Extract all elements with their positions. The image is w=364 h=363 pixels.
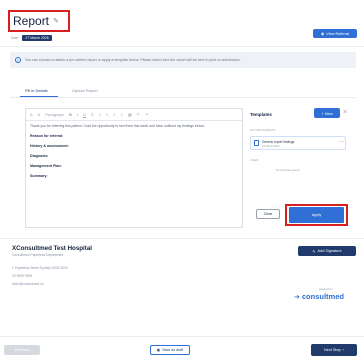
divider (0, 46, 364, 47)
editor-toolbar: A A Paragraph B I U S ≡ ≡ ≡ ≡ ▦ ↶ ↷ (26, 109, 242, 121)
powered-by-text: powered by (319, 288, 333, 291)
section-establishment: ESTABLISHMENT (250, 128, 276, 132)
undo-button[interactable]: ↶ (137, 112, 140, 117)
apply-button[interactable]: Apply (289, 207, 344, 223)
save-draft-button[interactable]: ▣ Save as draft (150, 345, 190, 355)
templates-panel: Templates + New × ESTABLISHMENT Generic … (250, 108, 354, 208)
clear-button[interactable]: Clear (256, 209, 280, 219)
meta-prefix: Date (11, 36, 19, 40)
brand-logo: ➔ consultmed (294, 292, 344, 301)
save-icon: ▣ (156, 348, 161, 352)
field-reason-for-referral: Reason for referral: (30, 134, 64, 139)
italic-button[interactable]: I (77, 112, 78, 117)
template-name: Generic report findings (262, 140, 295, 144)
pencil-icon[interactable]: ✎ (53, 17, 59, 25)
pen-icon: ✎ (312, 249, 316, 254)
brand-mark-icon: ➔ (294, 293, 300, 301)
page-title-text: Report (13, 14, 50, 28)
view-referral-button[interactable]: ◉ View Referral (313, 29, 357, 38)
editor-intro-text: Thank you for referring this patient. I … (30, 124, 205, 128)
eye-icon: ◉ (320, 32, 325, 36)
report-meta: Date 27 March 2026 (11, 35, 52, 41)
previous-button[interactable]: Previous (4, 345, 40, 355)
no-template-text: No template saved (276, 168, 300, 172)
tab-upload-report[interactable]: Upload Report (72, 88, 98, 93)
info-banner: i You can choose to attach a pre-written… (10, 52, 356, 68)
hospital-name: XConsultmed Test Hospital (12, 245, 92, 252)
field-diagnosis: Diagnosis: (30, 154, 49, 159)
bold-button[interactable]: B (69, 112, 72, 117)
more-options-icon[interactable]: ⋯ (339, 139, 344, 145)
divider (10, 97, 356, 98)
numbered-list-button[interactable]: ≡ (121, 112, 123, 117)
page-title: Report ✎ (8, 10, 70, 32)
document-icon (254, 140, 259, 146)
bullet-list-button[interactable]: ≡ (113, 112, 115, 117)
template-card[interactable]: Generic report findings 27 March 2026 ⋯ (250, 136, 346, 150)
field-summary: Summary: (30, 174, 48, 179)
align-left-button[interactable]: ≡ (99, 112, 101, 117)
font-color-button[interactable]: A (30, 112, 33, 117)
editor-body[interactable]: Thank you for referring this patient. I … (30, 124, 238, 184)
chevron-right-icon: › (342, 348, 344, 352)
section-user: USER (250, 158, 259, 162)
table-button[interactable]: ▦ (128, 112, 132, 117)
next-step-label: Next Step (324, 348, 341, 352)
divider (0, 336, 364, 337)
add-signature-label: Add Signature (317, 249, 342, 253)
divider (0, 238, 364, 239)
info-banner-text: You can choose to attach a pre-written r… (25, 58, 241, 62)
field-management-plan: Management Plan: (30, 164, 62, 169)
info-icon: i (15, 57, 21, 63)
template-date: 27 March 2026 (262, 144, 280, 148)
hospital-phone: 02 9999 9999 (12, 274, 33, 278)
redo-button[interactable]: ↷ (145, 112, 148, 117)
close-icon[interactable]: × (343, 109, 347, 116)
add-signature-button[interactable]: ✎ Add Signature (298, 246, 356, 256)
align-center-button[interactable]: ≡ (106, 112, 108, 117)
tab-fill-in-details[interactable]: Fill in Details (25, 88, 48, 93)
strikethrough-button[interactable]: S (91, 112, 94, 117)
new-template-button[interactable]: + New (314, 108, 340, 118)
field-history-assessment: History & assessment: (30, 144, 69, 149)
save-draft-label: Save as draft (162, 348, 184, 352)
underline-button[interactable]: U (83, 112, 86, 117)
date-badge: 27 March 2026 (22, 35, 52, 41)
templates-title: Templates (250, 112, 272, 117)
brand-name: consultmed (301, 292, 344, 301)
paragraph-select[interactable]: Paragraph (45, 112, 64, 117)
next-step-button[interactable]: Next Step › (311, 344, 357, 356)
font-size-button[interactable]: A (38, 112, 41, 117)
hospital-address: 1 Paperless Street Sydney NSW 2000 (12, 266, 68, 270)
hospital-department: Consultmed Paperless Department (12, 253, 64, 257)
view-referral-label: View Referral (326, 31, 350, 36)
hospital-email: hello@consultmed.co (12, 282, 44, 286)
report-editor[interactable]: A A Paragraph B I U S ≡ ≡ ≡ ≡ ▦ ↶ ↷ Than… (25, 108, 243, 228)
